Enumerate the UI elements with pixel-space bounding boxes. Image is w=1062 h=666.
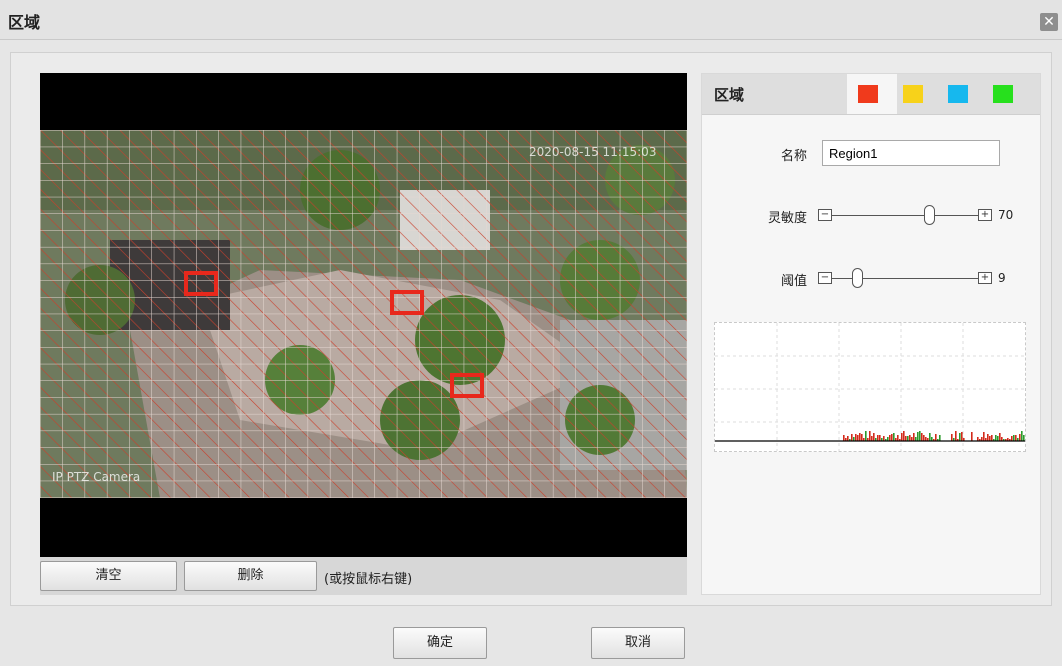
waveform-bar <box>871 436 873 441</box>
scene-image <box>40 130 687 498</box>
osd-timestamp: 2020-08-15 11:15:03 <box>529 145 657 159</box>
threshold-minus-button[interactable]: − <box>818 272 832 284</box>
camera-scene[interactable]: 2020-08-15 11:15:03 IP PTZ Camera <box>40 130 687 498</box>
waveform-bar <box>923 435 925 441</box>
cancel-button[interactable]: 取消 <box>591 627 685 659</box>
sensitivity-slider-thumb[interactable] <box>924 205 935 225</box>
waveform-bar <box>1015 435 1017 441</box>
waveform-bar <box>857 435 859 441</box>
sensitivity-label: 灵敏度 <box>767 211 807 226</box>
waveform-bar <box>951 434 953 441</box>
threshold-label: 阈值 <box>780 274 807 289</box>
waveform-bar <box>991 435 993 441</box>
dialog-titlebar: 区域 ✕ <box>0 0 1062 40</box>
swatch-green[interactable] <box>993 85 1013 103</box>
waveform-bar <box>893 433 895 441</box>
motion-region-2[interactable] <box>390 290 424 315</box>
swatch-cyan[interactable] <box>948 85 968 103</box>
waveform-bar <box>929 433 931 441</box>
waveform-bar <box>847 436 849 441</box>
delete-button[interactable]: 删除 <box>184 561 317 591</box>
waveform-bar <box>901 433 903 441</box>
waveform-bar <box>981 437 983 441</box>
waveform-bar <box>873 433 875 441</box>
swatch-yellow[interactable] <box>903 85 923 103</box>
region-toolbar: 清空 删除 (或按鼠标右键) <box>40 557 687 595</box>
waveform-bar <box>883 436 885 441</box>
waveform-bar <box>999 433 1001 441</box>
sensitivity-value: 70 <box>998 208 1014 222</box>
waveform-svg <box>715 323 1026 451</box>
close-icon[interactable]: ✕ <box>1040 13 1058 31</box>
waveform-bar <box>931 437 933 441</box>
waveform-bar <box>891 434 893 441</box>
sensitivity-minus-button[interactable]: − <box>818 209 832 221</box>
threshold-plus-button[interactable]: + <box>978 272 992 284</box>
waveform-bar <box>1013 435 1015 441</box>
waveform-bar <box>913 433 915 441</box>
waveform-bar <box>935 434 937 441</box>
waveform-bar <box>919 431 921 441</box>
waveform-bar <box>1001 437 1003 441</box>
waveform-bar <box>983 432 985 441</box>
waveform-bar <box>869 431 871 441</box>
dialog-title: 区域 <box>8 13 41 32</box>
waveform-bars <box>843 431 1026 441</box>
waveform-bar <box>903 431 905 441</box>
waveform-bar <box>1023 435 1025 441</box>
osd-camera-name: IP PTZ Camera <box>52 470 141 484</box>
clear-button[interactable]: 清空 <box>40 561 177 591</box>
waveform-bar <box>939 435 941 441</box>
waveform-bar <box>971 432 973 441</box>
waveform-bar <box>1021 431 1023 441</box>
waveform-bar <box>905 436 907 441</box>
waveform-bar <box>907 436 909 441</box>
panel-title: 区域 <box>714 86 745 104</box>
waveform-bar <box>861 434 863 441</box>
waveform-bar <box>915 437 917 441</box>
waveform-bar <box>921 433 923 441</box>
threshold-slider-thumb[interactable] <box>852 268 863 288</box>
waveform-bar <box>855 434 857 441</box>
waveform-bar <box>955 431 957 441</box>
waveform-bar <box>911 437 913 441</box>
waveform-bar <box>1011 436 1013 441</box>
waveform-bar <box>865 431 867 441</box>
ok-button[interactable]: 确定 <box>393 627 487 659</box>
sensitivity-track[interactable] <box>832 215 978 216</box>
waveform-bar <box>843 435 845 441</box>
sensitivity-plus-button[interactable]: + <box>978 209 992 221</box>
waveform-bar <box>987 434 989 441</box>
waveform-bar <box>977 437 979 441</box>
waveform-bar <box>877 435 879 441</box>
motion-waveform-graph <box>714 322 1026 452</box>
right-click-hint: (或按鼠标右键) <box>324 572 413 587</box>
waveform-bar <box>889 435 891 441</box>
region-name-input[interactable] <box>822 140 1000 166</box>
panel-header: 区域 <box>702 74 1040 115</box>
waveform-bar <box>917 432 919 441</box>
waveform-bar <box>1025 432 1026 441</box>
threshold-value: 9 <box>998 271 1006 285</box>
region-settings-panel: 区域 名称 灵敏度 − + 70 阈值 − + 9 <box>701 73 1041 595</box>
waveform-bar <box>959 433 961 441</box>
waveform-bar <box>909 435 911 441</box>
motion-region-3[interactable] <box>450 373 484 398</box>
waveform-bar <box>961 432 963 441</box>
name-label: 名称 <box>780 149 807 164</box>
waveform-bar <box>997 436 999 441</box>
waveform-bar <box>897 435 899 441</box>
waveform-bar <box>859 433 861 441</box>
waveform-bar <box>879 435 881 441</box>
waveform-bar <box>995 435 997 441</box>
waveform-bar <box>989 436 991 441</box>
motion-region-1[interactable] <box>184 271 218 296</box>
waveform-bar <box>887 437 889 441</box>
waveform-bar <box>853 437 855 441</box>
swatch-red[interactable] <box>858 85 878 103</box>
video-preview[interactable]: 2020-08-15 11:15:03 IP PTZ Camera <box>40 73 687 557</box>
waveform-bar <box>1019 434 1021 441</box>
waveform-bar <box>925 437 927 441</box>
waveform-bar <box>851 434 853 441</box>
